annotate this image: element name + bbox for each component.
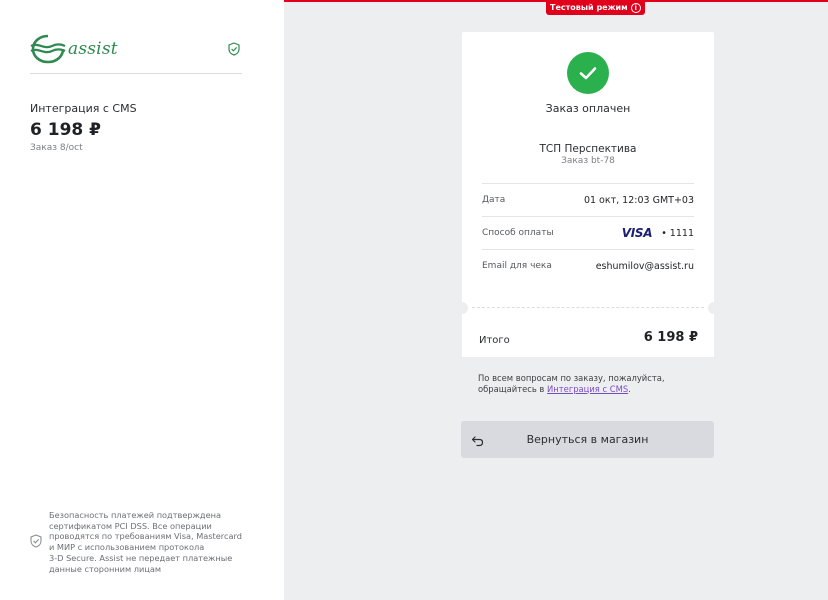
detail-key: Дата xyxy=(482,195,506,205)
detail-row-email: Email для чека eshumilov@assist.ru xyxy=(482,249,694,282)
card-mask: • 1111 xyxy=(661,227,694,239)
shield-check-icon xyxy=(228,41,240,60)
visa-logo-icon: VISA xyxy=(621,226,653,240)
return-to-shop-button[interactable]: Вернуться в магазин xyxy=(461,421,714,458)
total-label: Итого xyxy=(479,335,510,346)
security-text: Безопасность платежей подтверждена серти… xyxy=(49,510,242,574)
detail-key: Способ оплаты xyxy=(482,228,554,238)
merchant-name: Интеграция с CMS xyxy=(30,102,137,115)
receipt-merchant: ТСП Перспектива xyxy=(539,143,637,155)
detail-row-payment-method: Способ оплаты VISA • 1111 xyxy=(482,216,694,249)
order-number: Заказ 8/oct xyxy=(30,143,83,153)
detail-key: Email для чека xyxy=(482,261,552,271)
info-icon[interactable]: i xyxy=(630,2,641,13)
logo-text: assist xyxy=(68,39,118,59)
return-arrow-icon xyxy=(471,432,484,451)
payment-status: Заказ оплачен xyxy=(545,102,631,115)
total-amount: 6 198 ₽ xyxy=(643,330,698,345)
logo-row: assist xyxy=(30,30,242,74)
return-button-label: Вернуться в магазин xyxy=(526,433,649,446)
detail-value: eshumilov@assist.ru xyxy=(595,260,694,272)
receipt-divider xyxy=(472,307,704,308)
receipt-notch-left xyxy=(456,302,468,314)
receipt-card: Заказ оплачен ТСП Перспектива Заказ bt-7… xyxy=(456,32,720,357)
receipt-notch-right xyxy=(708,302,720,314)
left-panel: assist Интеграция с CMS 6 198 ₽ Заказ 8/… xyxy=(0,0,284,600)
merchant-contact-link[interactable]: Интеграция с CMS xyxy=(547,384,628,394)
test-mode-label: Тестовый режим xyxy=(550,3,628,12)
detail-row-date: Дата 01 окт, 12:03 GMT+03 xyxy=(482,183,694,216)
security-notice: Безопасность платежей подтверждена серти… xyxy=(30,510,260,574)
test-mode-badge[interactable]: Тестовый режим i xyxy=(546,0,645,15)
right-panel: Тестовый режим i Заказ оплачен ТСП Персп… xyxy=(284,0,828,600)
detail-value: 01 окт, 12:03 GMT+03 xyxy=(583,194,694,206)
receipt-order-number: Заказ bt-78 xyxy=(561,156,615,166)
assist-logo-icon xyxy=(30,34,66,64)
assist-logo: assist xyxy=(30,32,118,66)
receipt-total-section: Итого 6 198 ₽ xyxy=(462,315,714,357)
success-check-icon xyxy=(567,52,609,94)
help-text: По всем вопросам по заказу, пожалуйста, … xyxy=(478,373,665,394)
receipt-details: Дата 01 окт, 12:03 GMT+03 Способ оплаты … xyxy=(482,183,694,282)
shield-check-icon xyxy=(30,533,42,552)
receipt-body: Заказ оплачен ТСП Перспектива Заказ bt-7… xyxy=(462,32,714,306)
order-amount: 6 198 ₽ xyxy=(30,120,101,140)
detail-value: VISA • 1111 xyxy=(622,226,694,240)
